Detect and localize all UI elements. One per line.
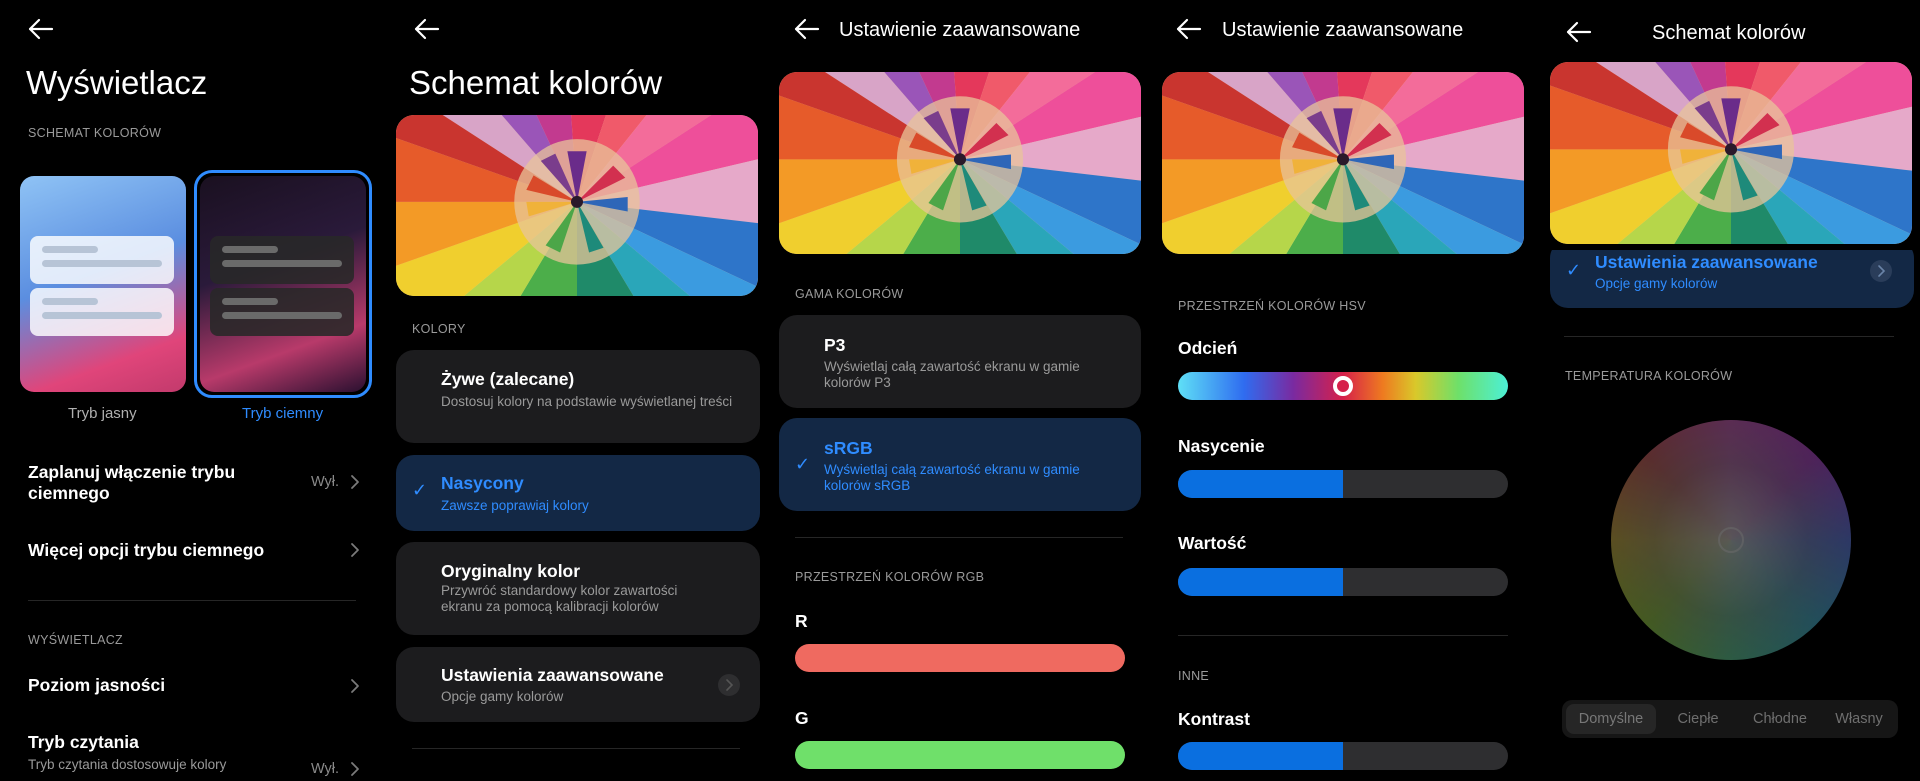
advanced-settings-title: Ustawienia zaawansowane bbox=[1595, 252, 1818, 272]
schedule-dark-mode-title[interactable]: Zaplanuj włączenie trybu ciemnego bbox=[28, 462, 268, 504]
segment-cool[interactable]: Chłodne bbox=[1738, 704, 1822, 734]
srgb-subtitle: Wyświetlaj całą zawartość ekranu w gamie… bbox=[824, 462, 1080, 493]
sticky-header: Schemat kolorów bbox=[1536, 0, 1920, 250]
back-arrow-icon[interactable] bbox=[28, 18, 56, 42]
chevron-right-icon bbox=[1870, 260, 1892, 282]
saturation-slider-fill bbox=[1178, 470, 1343, 498]
section-color-temperature: TEMPERATURA KOLORÓW bbox=[1565, 369, 1733, 383]
divider bbox=[1178, 635, 1508, 636]
value-slider[interactable] bbox=[1178, 568, 1508, 596]
dark-mode-label: Tryb ciemny bbox=[242, 405, 324, 422]
advanced-settings-title: Ustawienia zaawansowane bbox=[441, 665, 664, 685]
saturated-subtitle: Zawsze poprawiaj kolory bbox=[441, 498, 589, 513]
checkmark-icon: ✓ bbox=[1566, 260, 1582, 280]
advanced-settings-subtitle: Opcje gamy kolorów bbox=[441, 689, 564, 704]
section-colors: KOLORY bbox=[412, 322, 466, 336]
back-arrow-icon[interactable] bbox=[414, 18, 442, 42]
vivid-subtitle: Dostosuj kolory na podstawie wyświetlane… bbox=[441, 394, 733, 409]
color-preview-image bbox=[1162, 72, 1524, 254]
color-temperature-wheel[interactable] bbox=[1611, 420, 1851, 660]
page-title: Ustawienie zaawansowane bbox=[839, 19, 1081, 41]
color-preview-image bbox=[396, 115, 758, 296]
chevron-right-icon bbox=[350, 474, 360, 490]
page-title: Schemat kolorów bbox=[1652, 22, 1806, 44]
saturation-slider[interactable] bbox=[1178, 470, 1508, 498]
chevron-right-icon bbox=[350, 761, 360, 777]
page-title: Wyświetlacz bbox=[26, 64, 208, 101]
reading-mode-title[interactable]: Tryb czytania bbox=[28, 732, 139, 753]
hue-slider[interactable] bbox=[1178, 372, 1508, 400]
back-arrow-icon[interactable] bbox=[1176, 18, 1204, 42]
back-arrow-icon[interactable] bbox=[794, 18, 822, 42]
segment-default[interactable]: Domyślne bbox=[1566, 704, 1656, 734]
page-title: Schemat kolorów bbox=[409, 64, 663, 101]
checkmark-icon: ✓ bbox=[412, 480, 428, 500]
chevron-right-icon bbox=[350, 542, 360, 558]
section-color-scheme: SCHEMAT KOLORÓW bbox=[28, 126, 162, 140]
saturated-option-card[interactable]: ✓ Nasycony Zawsze poprawiaj kolory bbox=[396, 455, 760, 531]
saturation-label: Nasycenie bbox=[1178, 436, 1265, 456]
divider bbox=[1564, 336, 1894, 337]
light-mode-label: Tryb jasny bbox=[68, 405, 137, 422]
color-temperature-panel: ✓ Ustawienia zaawansowane Opcje gamy kol… bbox=[1536, 0, 1920, 781]
advanced-settings-card[interactable]: Ustawienia zaawansowane Opcje gamy kolor… bbox=[396, 647, 760, 722]
value-label: Wartość bbox=[1178, 533, 1247, 553]
p3-option-card[interactable]: P3 Wyświetlaj całą zawartość ekranu w ga… bbox=[779, 315, 1141, 408]
r-slider[interactable] bbox=[795, 644, 1125, 672]
section-rgb: PRZESTRZEŃ KOLORÓW RGB bbox=[795, 570, 985, 584]
chevron-right-icon bbox=[718, 674, 740, 696]
advanced-settings-gamut-panel: Ustawienie zaawansowane GAMA KOLORÓW P3 … bbox=[768, 0, 1152, 781]
dark-mode-thumbnail[interactable] bbox=[200, 176, 366, 392]
color-scheme-panel: Schemat kolorów KOLORY Żywe (zalecane) D… bbox=[384, 0, 768, 781]
schedule-dark-mode-value: Wył. bbox=[311, 474, 340, 490]
srgb-option-card[interactable]: ✓ sRGB Wyświetlaj całą zawartość ekranu … bbox=[779, 418, 1141, 511]
section-hsv: PRZESTRZEŃ KOLORÓW HSV bbox=[1178, 299, 1366, 313]
p3-title: P3 bbox=[824, 335, 846, 355]
divider bbox=[412, 748, 740, 749]
color-preview-image bbox=[1550, 62, 1912, 244]
more-dark-mode-options[interactable]: Więcej opcji trybu ciemnego bbox=[28, 540, 264, 561]
section-display: WYŚWIETLACZ bbox=[28, 633, 123, 647]
back-arrow-icon[interactable] bbox=[1566, 21, 1594, 45]
contrast-label: Kontrast bbox=[1178, 709, 1250, 729]
page-title: Ustawienie zaawansowane bbox=[1222, 19, 1464, 41]
contrast-slider[interactable] bbox=[1178, 742, 1508, 770]
chevron-right-icon bbox=[350, 678, 360, 694]
advanced-settings-hsv-panel: Ustawienie zaawansowane PRZESTRZEŃ KOLOR… bbox=[1152, 0, 1536, 781]
advanced-settings-subtitle: Opcje gamy kolorów bbox=[1595, 276, 1718, 291]
temperature-segmented-control: Domyślne Ciepłe Chłodne Własny bbox=[1562, 700, 1898, 738]
vivid-option-card[interactable]: Żywe (zalecane) Dostosuj kolory na podst… bbox=[396, 350, 760, 443]
reading-mode-value: Wył. bbox=[311, 761, 340, 777]
p3-subtitle: Wyświetlaj całą zawartość ekranu w gamie… bbox=[824, 359, 1080, 390]
vivid-title: Żywe (zalecane) bbox=[441, 369, 575, 389]
saturated-title: Nasycony bbox=[441, 473, 524, 493]
srgb-title: sRGB bbox=[824, 438, 873, 458]
original-color-subtitle: Przywróć standardowy kolor zawartości ek… bbox=[441, 583, 678, 614]
original-color-title: Oryginalny kolor bbox=[441, 561, 581, 581]
divider bbox=[795, 537, 1123, 538]
contrast-slider-fill bbox=[1178, 742, 1343, 770]
advanced-settings-card[interactable]: ✓ Ustawienia zaawansowane Opcje gamy kol… bbox=[1550, 240, 1914, 308]
section-other: INNE bbox=[1178, 669, 1210, 683]
segment-warm[interactable]: Ciepłe bbox=[1660, 704, 1736, 734]
light-mode-thumbnail[interactable] bbox=[20, 176, 186, 392]
hue-slider-thumb[interactable] bbox=[1333, 376, 1353, 396]
reading-mode-subtitle: Tryb czytania dostosowuje kolory bbox=[28, 757, 227, 772]
brightness-level[interactable]: Poziom jasności bbox=[28, 675, 165, 696]
color-preview-image bbox=[779, 72, 1141, 254]
g-slider[interactable] bbox=[795, 741, 1125, 769]
original-color-option-card[interactable]: Oryginalny kolor Przywróć standardowy ko… bbox=[396, 542, 760, 635]
checkmark-icon: ✓ bbox=[795, 454, 811, 474]
segment-custom[interactable]: Własny bbox=[1824, 704, 1894, 734]
r-label: R bbox=[795, 611, 808, 631]
color-wheel-cursor[interactable] bbox=[1718, 527, 1744, 553]
divider bbox=[28, 600, 356, 601]
display-settings-panel: Wyświetlacz SCHEMAT KOLORÓW Tryb jasny T… bbox=[0, 0, 384, 781]
section-color-gamut: GAMA KOLORÓW bbox=[795, 287, 904, 301]
g-label: G bbox=[795, 708, 809, 728]
value-slider-fill bbox=[1178, 568, 1343, 596]
hue-label: Odcień bbox=[1178, 338, 1238, 358]
